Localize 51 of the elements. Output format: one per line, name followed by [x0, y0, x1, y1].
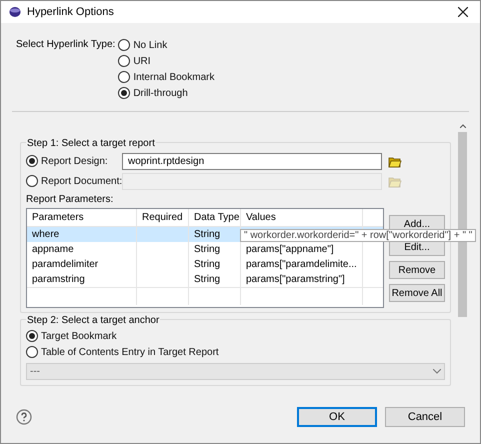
side-button[interactable]: Remove All	[389, 284, 445, 302]
radio-button[interactable]	[118, 39, 130, 51]
radio-label: URI	[133, 54, 151, 68]
hyperlink-type-label: Select Hyperlink Type:	[16, 38, 116, 52]
radio-button[interactable]	[118, 71, 130, 83]
chevron-down-icon	[433, 369, 441, 374]
tooltip: " workorder.workorderid=" + row["workorderid"] + " "	[240, 229, 476, 242]
table-row[interactable]: appname String params["appname"]	[27, 242, 383, 257]
radio-label: Internal Bookmark	[133, 70, 214, 84]
parameters-label: Report Parameters:	[26, 193, 114, 207]
table-cell: String	[194, 274, 220, 285]
scroll-up-icon[interactable]	[460, 124, 466, 128]
app-icon	[9, 6, 21, 18]
column-header[interactable]: Parameters	[27, 209, 137, 226]
table-cell: appname	[32, 244, 74, 255]
table-cell: params["paramdelimite...	[246, 259, 357, 270]
dialog-button[interactable]: Cancel	[385, 407, 465, 427]
group-title: Step 2: Select a target anchor	[26, 313, 160, 328]
column-header[interactable]: Values	[241, 209, 363, 226]
window-title: Hyperlink Options	[27, 4, 115, 20]
radio-button[interactable]	[26, 330, 38, 342]
radio-label: Report Document:	[41, 174, 122, 188]
table-row[interactable]: paramstring String params["paramstring"]	[27, 272, 383, 287]
anchor-dropdown[interactable]: ---	[26, 363, 445, 380]
radio-label: No Link	[133, 38, 168, 52]
column-header[interactable]: Required	[137, 209, 189, 226]
group-title: Step 1: Select a target report	[26, 136, 156, 151]
radio-label: Target Bookmark	[41, 330, 117, 344]
side-button[interactable]: Remove	[389, 261, 445, 279]
radio-button[interactable]	[118, 55, 130, 67]
table-cell: String	[194, 229, 220, 240]
table-cell: where	[32, 229, 60, 240]
help-icon[interactable]	[16, 409, 32, 425]
radio-button[interactable]	[118, 87, 130, 99]
radio-label: Drill-through	[133, 86, 188, 100]
table-row[interactable]: paramdelimiter String params["paramdelimite...	[27, 257, 383, 272]
column-header[interactable]: Data Type	[189, 209, 241, 226]
radio-button[interactable]	[26, 155, 38, 167]
radio-button[interactable]	[26, 346, 38, 358]
table-cell: String	[194, 259, 220, 270]
table-cell: paramstring	[32, 274, 85, 285]
radio-label: Table of Contents Entry in Target Report	[41, 346, 219, 360]
table-cell: paramdelimiter	[32, 259, 98, 270]
table-cell: params["appname"]	[246, 244, 334, 255]
table-cell: String	[194, 244, 220, 255]
folder-icon[interactable]	[388, 154, 402, 168]
report-path-field[interactable]: woprint.rptdesign	[122, 152, 382, 170]
dialog-button[interactable]: OK	[297, 407, 377, 427]
radio-label: Report Design:	[41, 154, 108, 168]
close-icon[interactable]	[458, 7, 468, 17]
table-cell: params["paramstring"]	[246, 274, 345, 285]
